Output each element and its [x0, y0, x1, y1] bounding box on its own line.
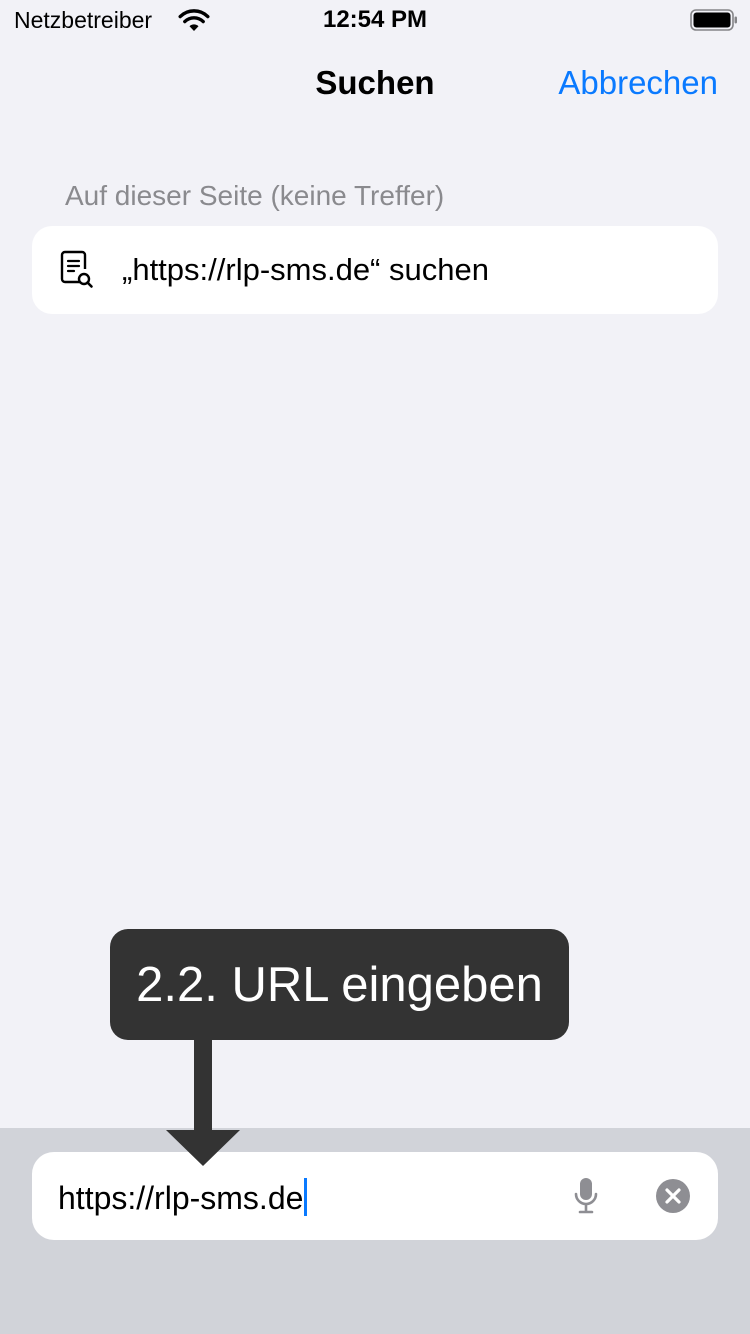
- search-input-value: https://rlp-sms.de: [58, 1178, 308, 1217]
- instruction-callout-text: 2.2. URL eingeben: [136, 958, 543, 1012]
- status-bar: Netzbetreiber 12:54 PM: [0, 0, 750, 40]
- search-input[interactable]: https://rlp-sms.de: [32, 1152, 718, 1240]
- arrow-down-icon: [166, 1040, 240, 1166]
- battery-icon: [690, 9, 737, 31]
- doc-search-icon: [60, 250, 93, 288]
- search-suggestion-row[interactable]: „https://rlp-sms.de“ suchen: [32, 226, 718, 314]
- section-header: Auf dieser Seite (keine Treffer): [65, 180, 445, 211]
- cancel-button[interactable]: Abbrechen: [558, 64, 718, 102]
- instruction-callout: 2.2. URL eingeben: [110, 929, 569, 1040]
- clock-time: 12:54 PM: [322, 6, 428, 33]
- text-cursor: [304, 1178, 308, 1216]
- search-suggestion-label: „https://rlp-sms.de“ suchen: [122, 252, 489, 287]
- clear-icon[interactable]: [655, 1178, 691, 1214]
- mic-icon[interactable]: [573, 1176, 599, 1216]
